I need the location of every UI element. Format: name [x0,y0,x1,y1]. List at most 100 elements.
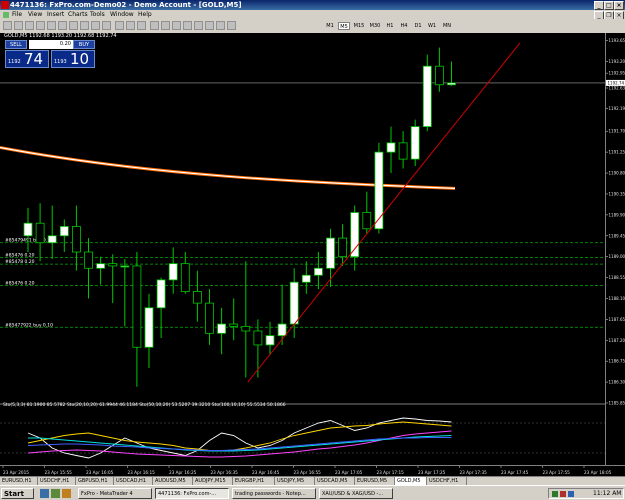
tab-usdcad-m5[interactable]: USDCAD,M5 [315,477,355,485]
taskbar: Start FxPro - MetaTrader 4 4471136: FxPr… [0,485,625,500]
time-tick-label: 23 Apr 16:05 [86,470,114,475]
tray-antivirus-icon[interactable] [560,491,566,497]
tab-eurusd-h1[interactable]: EURUSD,H1 [0,477,38,485]
desktop-icon[interactable] [51,489,60,498]
explorer-icon[interactable] [62,489,71,498]
candle-body [434,65,444,86]
line-chart-icon[interactable] [137,21,146,30]
bar-chart-icon[interactable] [115,21,124,30]
tab-gold-m5[interactable]: GOLD,M5 [395,477,427,485]
tab-gbpusd-h1[interactable]: GBPUSD,H1 [76,477,114,485]
menu-insert[interactable]: Insert [47,10,64,19]
timeframe-m1[interactable]: M1 [324,22,336,30]
title-bar[interactable]: 4471136: FxPro.com-Demo02 - Demo Account… [0,0,625,10]
indicators-icon[interactable] [205,21,214,30]
trendline [247,42,521,383]
horizontal-line-icon[interactable] [36,21,45,30]
task-browser[interactable]: XAU/USD & XAG/USD -... [319,488,393,499]
candle-body [108,263,118,267]
close-button[interactable]: × [614,1,624,10]
tray-volume-icon[interactable] [568,491,574,497]
zoom-in-icon[interactable] [150,21,159,30]
ie-icon[interactable] [40,489,49,498]
price-tick-label: 1189.90 [609,212,625,217]
timeframe-m15[interactable]: M15 [352,22,366,30]
sell-price[interactable]: 1192 74 [5,50,49,68]
timeframe-h4[interactable]: H4 [398,22,410,30]
menu-bar: File View Insert Charts Tools Window Hel… [0,10,625,20]
task-metatrader[interactable]: FxPro - MetaTrader 4 [78,488,152,499]
tab-usdcad-h1[interactable]: USDCAD,H1 [114,477,153,485]
timeframe-d1[interactable]: D1 [412,22,424,30]
menu-help[interactable]: Help [138,10,152,19]
task-notepad[interactable]: trading passwords - Notep... [232,488,316,499]
label-icon[interactable] [91,21,100,30]
vertical-line-icon[interactable] [25,21,34,30]
tab-audusd-m5[interactable]: AUDUSD,M5 [153,477,193,485]
time-tick-label: 23 Apr 16:55 [294,470,322,475]
price-axis: 1193.65 1193.20 1192.95 1192.63 1192.19 1191.… [605,33,625,465]
trendline-icon[interactable] [47,21,56,30]
autoscroll-icon[interactable] [183,21,192,30]
menu-window[interactable]: Window [110,10,134,19]
time-axis: 23 Apr 2015 23 Apr 15:55 23 Apr 16:05 23 Ap… [0,465,625,476]
zoom-out-icon[interactable] [161,21,170,30]
candle-body [156,279,166,309]
tab-eurgbp-h1[interactable]: EURGBP,H1 [233,477,275,485]
minimize-button[interactable]: _ [594,1,604,10]
tray-network-icon[interactable] [552,491,558,497]
candle-body [338,237,348,258]
tab-eurusd-m5[interactable]: EURUSD,M5 [355,477,395,485]
tab-audjpy-m15[interactable]: AUDJPY,M15 [193,477,233,485]
templates-icon[interactable] [227,21,236,30]
arrows-icon[interactable] [102,21,111,30]
tab-usdchf-h1-2[interactable]: USDCHF,H1 [427,477,467,485]
price-chart[interactable]: #85479491 buy 0.10 #85476 0.20 #85478 0.20… [0,33,605,465]
tab-usdchf-h1[interactable]: USDCHF,H1 [38,477,76,485]
window-title: 4471136: FxPro.com-Demo02 - Demo Account… [10,1,242,9]
candle-body [35,222,45,244]
channel-icon[interactable] [58,21,67,30]
start-button[interactable]: Start [1,488,34,499]
tile-windows-icon[interactable] [172,21,181,30]
tray-clock[interactable]: 11:12 AM [593,489,621,499]
candle-body [301,274,311,283]
menu-file[interactable]: File [12,10,22,19]
periods-icon[interactable] [216,21,225,30]
timeframe-h1[interactable]: H1 [384,22,396,30]
timeframe-w1[interactable]: W1 [426,22,438,30]
menu-charts[interactable]: Charts [68,10,88,19]
lot-size-input[interactable]: 0.20 [29,40,73,49]
timeframe-m30[interactable]: M30 [368,22,382,30]
candle-body [217,323,227,334]
candle-body [410,126,420,160]
new-chart-icon[interactable] [3,21,12,30]
candle-body [253,330,263,346]
candle-body [265,335,275,346]
timeframe-m5[interactable]: M5 [338,22,350,30]
timeframe-mn[interactable]: MN [440,22,454,30]
buy-price[interactable]: 1193 10 [51,50,95,68]
candle-body [47,235,57,244]
buy-button[interactable]: BUY [73,40,95,49]
menu-tools[interactable]: Tools [90,10,105,19]
task-fxpro-chart[interactable]: 4471136: FxPro.com-... [155,488,229,499]
time-tick-label: 23 Apr 17:15 [377,470,405,475]
menu-view[interactable]: View [28,10,42,19]
text-icon[interactable] [80,21,89,30]
price-tick-label: 1187.65 [609,317,625,322]
time-tick-label: 23 Apr 15:55 [45,470,73,475]
candle-body [289,281,299,325]
buy-price-prefix: 1193 [54,59,67,65]
candlestick-icon[interactable] [126,21,135,30]
candle-body [362,212,372,230]
crosshair-icon[interactable] [14,21,23,30]
maximize-button[interactable]: □ [604,1,614,10]
fibonacci-icon[interactable] [69,21,78,30]
sell-button[interactable]: SELL [5,40,27,49]
tab-usdjpy-m5[interactable]: USDJPY,M5 [275,477,315,485]
price-tick-label: 1191.70 [609,129,625,134]
candle-body [168,263,178,281]
chart-tabs: EURUSD,H1 USDCHF,H1 GBPUSD,H1 USDCAD,H1 … [0,476,625,485]
chart-shift-icon[interactable] [194,21,203,30]
